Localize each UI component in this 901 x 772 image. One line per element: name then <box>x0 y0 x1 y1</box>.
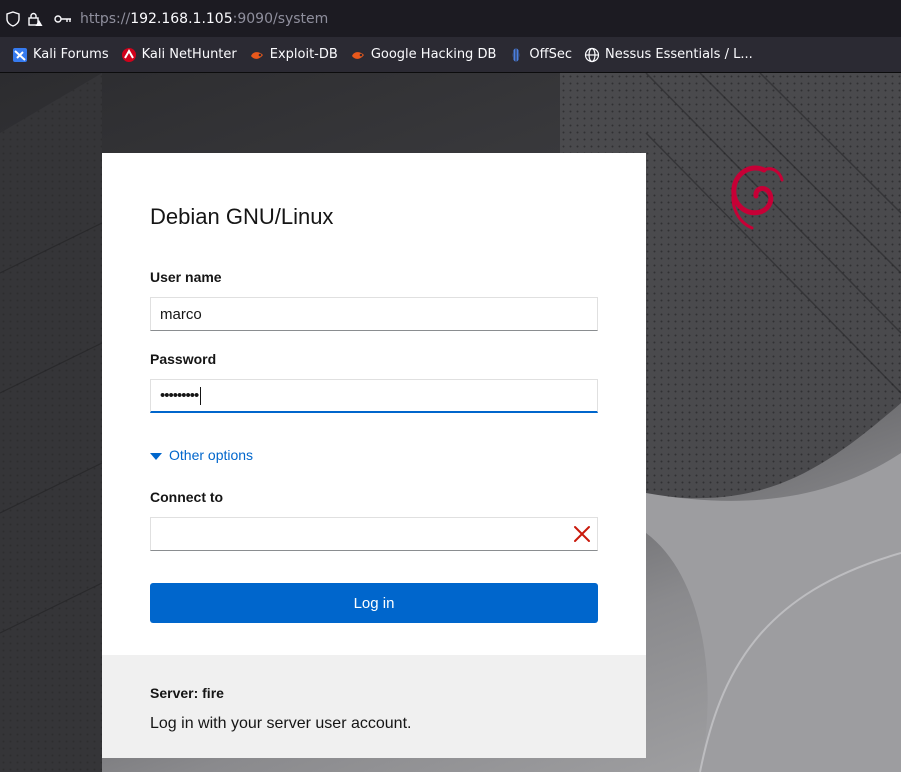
lock-warning-icon[interactable] <box>26 10 44 28</box>
url-text[interactable]: https://192.168.1.105:9090/system <box>80 11 328 27</box>
login-button[interactable]: Log in <box>150 583 598 623</box>
bookmark-google-hacking-db[interactable]: Google Hacking DB <box>350 47 497 63</box>
bookmark-label: Google Hacking DB <box>370 47 497 62</box>
key-icon[interactable] <box>54 10 72 28</box>
page-title: Debian GNU/Linux <box>150 204 334 229</box>
bookmark-label: OffSec <box>529 47 572 62</box>
ghdb-icon <box>350 47 366 63</box>
password-label: Password <box>150 351 217 367</box>
bookmark-exploit-db[interactable]: Exploit-DB <box>249 47 338 63</box>
offsec-icon <box>508 47 524 63</box>
debian-logo-icon <box>731 165 784 230</box>
username-label: User name <box>150 269 222 285</box>
url-bar[interactable]: https://192.168.1.105:9090/system <box>0 0 901 37</box>
kali-forums-icon <box>12 47 28 63</box>
password-input[interactable]: ••••••••• <box>150 379 598 413</box>
bookmark-offsec[interactable]: OffSec <box>508 47 572 63</box>
text-caret <box>200 386 202 405</box>
login-hint: Log in with your server user account. <box>150 715 412 732</box>
other-options-toggle[interactable]: Other options <box>150 447 253 463</box>
globe-icon <box>584 47 600 63</box>
clear-icon[interactable] <box>573 525 591 543</box>
other-options-label: Other options <box>169 447 254 463</box>
username-value: marco <box>160 305 202 323</box>
bookmark-kali-nethunter[interactable]: Kali NetHunter <box>121 47 237 63</box>
server-name: Server: fire <box>150 685 224 701</box>
bookmarks-bar: Kali Forums Kali NetHunter Exploit-DB Go… <box>0 37 901 73</box>
shield-icon[interactable] <box>4 10 22 28</box>
card-footer: Server: fire Log in with your server use… <box>102 655 646 758</box>
login-card: Debian GNU/Linux User name marco Passwor… <box>102 153 646 758</box>
kali-nethunter-icon <box>121 47 137 63</box>
connect-to-label: Connect to <box>150 489 224 505</box>
bookmark-label: Exploit-DB <box>269 47 338 62</box>
bookmark-kali-forums[interactable]: Kali Forums <box>12 47 109 63</box>
bookmark-label: Kali NetHunter <box>141 47 237 62</box>
password-value: ••••••••• <box>160 387 199 404</box>
bookmark-label: Kali Forums <box>33 47 109 62</box>
connect-to-input[interactable] <box>150 517 598 551</box>
bookmark-label: Nessus Essentials / L... <box>604 47 753 62</box>
exploit-db-icon <box>249 47 265 63</box>
username-input[interactable]: marco <box>150 297 598 331</box>
caret-down-icon <box>150 452 162 460</box>
bookmark-nessus[interactable]: Nessus Essentials / L... <box>584 47 753 63</box>
